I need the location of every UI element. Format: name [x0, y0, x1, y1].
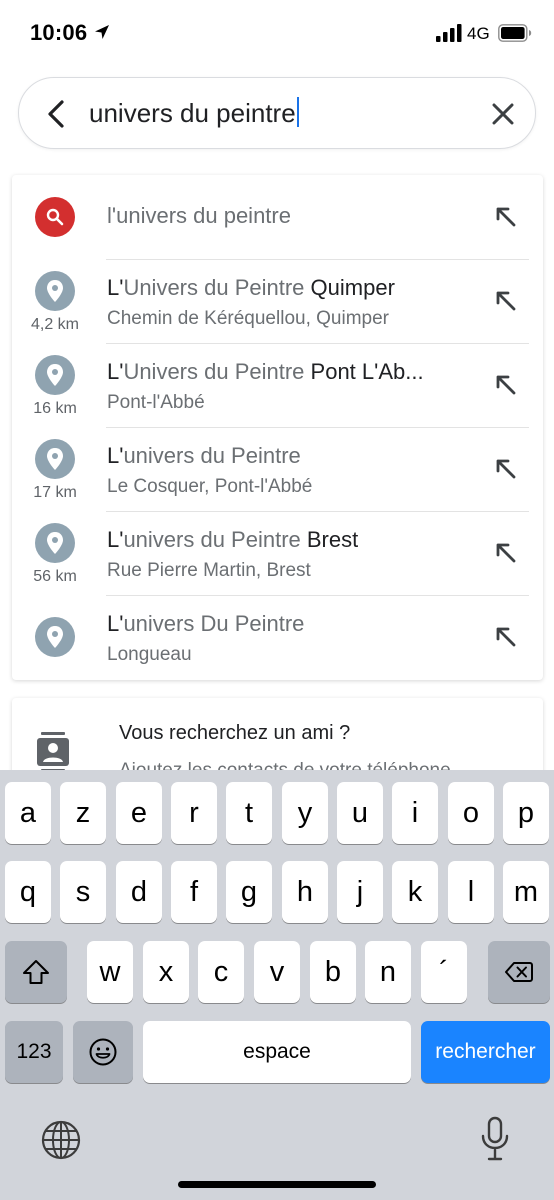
microphone-icon[interactable]	[478, 1116, 512, 1162]
key-p[interactable]: p	[503, 782, 549, 844]
suggestion-title: l'univers du peintre	[107, 203, 291, 228]
suggestion-row[interactable]: L'univers Du Peintre Longueau	[12, 595, 543, 679]
backspace-icon	[505, 962, 533, 982]
key-y[interactable]: y	[282, 782, 328, 844]
row-divider	[106, 259, 529, 260]
key-o[interactable]: o	[448, 782, 494, 844]
distance-label: 16 km	[33, 400, 77, 417]
distance-label: 56 km	[33, 568, 77, 585]
fill-query-arrow-icon[interactable]	[493, 288, 519, 314]
suggestion-title: L'univers Du Peintre	[107, 611, 305, 636]
place-pin-icon	[35, 617, 75, 657]
suggestion-title: L'univers du Peintre Brest	[107, 527, 359, 552]
search-icon	[35, 197, 75, 237]
place-pin-icon	[35, 439, 75, 479]
key-w[interactable]: w	[87, 941, 133, 1003]
key-u[interactable]: u	[337, 782, 383, 844]
search-return-key[interactable]: rechercher	[421, 1021, 550, 1083]
key-i[interactable]: i	[392, 782, 438, 844]
fill-query-arrow-icon[interactable]	[493, 456, 519, 482]
key-k[interactable]: k	[392, 861, 438, 923]
key-q[interactable]: q	[5, 861, 51, 923]
numbers-key[interactable]: 123	[5, 1021, 63, 1083]
key-l[interactable]: l	[448, 861, 494, 923]
suggestion-row[interactable]: 16 km L'Univers du Peintre Pont L'Ab... …	[12, 343, 543, 427]
key-c[interactable]: c	[198, 941, 244, 1003]
emoji-key[interactable]	[73, 1021, 133, 1083]
suggestion-subtitle: Chemin de Kéréquellou, Quimper	[107, 308, 389, 329]
suggestion-row[interactable]: 4,2 km L'Univers du Peintre Quimper Chem…	[12, 259, 543, 343]
place-pin-icon	[35, 271, 75, 311]
row-divider	[106, 343, 529, 344]
signal-bars-icon	[436, 24, 462, 42]
backspace-key[interactable]	[488, 941, 550, 1003]
distance-label: 4,2 km	[30, 316, 79, 333]
back-arrow-icon[interactable]	[39, 96, 75, 132]
friend-card-title: Vous recherchez un ami ?	[119, 722, 351, 744]
suggestion-row[interactable]: 56 km L'univers du Peintre Brest Rue Pie…	[12, 511, 543, 595]
search-bar: univers du peintre	[18, 77, 536, 149]
row-divider	[106, 511, 529, 512]
key-accent[interactable]: ´	[421, 941, 467, 1003]
fill-query-arrow-icon[interactable]	[493, 204, 519, 230]
fill-query-arrow-icon[interactable]	[493, 624, 519, 650]
suggestion-subtitle: Pont-l'Abbé	[107, 392, 205, 413]
suggestion-row[interactable]: 17 km L'univers du Peintre Le Cosquer, P…	[12, 427, 543, 511]
space-key[interactable]: espace	[143, 1021, 411, 1083]
key-f[interactable]: f	[171, 861, 217, 923]
key-b[interactable]: b	[310, 941, 356, 1003]
shift-key[interactable]	[5, 941, 67, 1003]
key-a[interactable]: a	[5, 782, 51, 844]
key-x[interactable]: x	[143, 941, 189, 1003]
network-type: 4G	[467, 24, 490, 43]
key-s[interactable]: s	[60, 861, 106, 923]
contacts-icon	[37, 732, 69, 772]
suggestion-title: L'Univers du Peintre Pont L'Ab...	[107, 359, 424, 384]
key-h[interactable]: h	[282, 861, 328, 923]
suggestions-list: l'univers du peintre 4,2 km L'Univers du…	[12, 175, 543, 680]
fill-query-arrow-icon[interactable]	[493, 540, 519, 566]
suggestion-title: L'univers du Peintre	[107, 443, 301, 468]
key-t[interactable]: t	[226, 782, 272, 844]
key-j[interactable]: j	[337, 861, 383, 923]
search-query-text: univers du peintre	[89, 98, 296, 128]
shift-arrow-icon	[23, 960, 49, 984]
globe-icon[interactable]	[40, 1119, 82, 1161]
place-pin-icon	[35, 355, 75, 395]
text-cursor	[296, 97, 299, 127]
row-divider	[106, 595, 529, 596]
status-time: 10:06	[30, 20, 88, 45]
key-g[interactable]: g	[226, 861, 272, 923]
place-pin-icon	[35, 523, 75, 563]
key-d[interactable]: d	[116, 861, 162, 923]
location-arrow-icon	[95, 25, 109, 39]
row-divider	[106, 427, 529, 428]
emoji-icon	[89, 1038, 117, 1066]
key-e[interactable]: e	[116, 782, 162, 844]
suggestion-subtitle: Le Cosquer, Pont-l'Abbé	[107, 476, 313, 497]
status-bar: 10:06 4G	[0, 0, 554, 66]
key-z[interactable]: z	[60, 782, 106, 844]
suggestion-row[interactable]: l'univers du peintre	[12, 175, 543, 259]
suggestion-subtitle: Longueau	[107, 644, 192, 665]
battery-icon	[498, 24, 532, 42]
key-r[interactable]: r	[171, 782, 217, 844]
home-indicator	[178, 1181, 376, 1188]
key-m[interactable]: m	[503, 861, 549, 923]
fill-query-arrow-icon[interactable]	[493, 372, 519, 398]
search-input[interactable]: univers du peintre	[89, 97, 299, 129]
distance-label: 17 km	[33, 484, 77, 501]
suggestion-subtitle: Rue Pierre Martin, Brest	[107, 560, 311, 581]
suggestion-title: L'Univers du Peintre Quimper	[107, 275, 395, 300]
key-n[interactable]: n	[365, 941, 411, 1003]
close-icon[interactable]	[485, 96, 521, 132]
key-v[interactable]: v	[254, 941, 300, 1003]
